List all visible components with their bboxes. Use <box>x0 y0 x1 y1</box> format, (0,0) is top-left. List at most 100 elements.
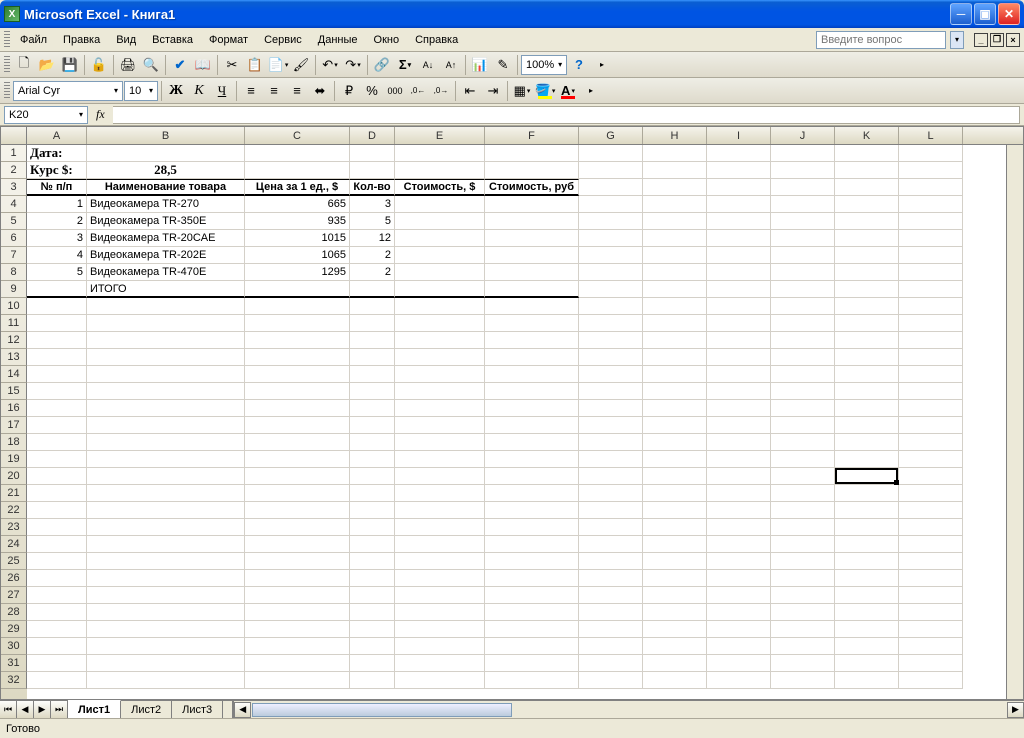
sheet-tab-3[interactable]: Лист3 <box>172 701 223 718</box>
cell-L24[interactable] <box>899 536 963 553</box>
cell-J22[interactable] <box>771 502 835 519</box>
cell-D30[interactable] <box>350 638 395 655</box>
cell-F16[interactable] <box>485 400 579 417</box>
cell-L27[interactable] <box>899 587 963 604</box>
cell-L6[interactable] <box>899 230 963 247</box>
drawing-button[interactable]: ✎ <box>492 54 514 76</box>
cell-F4[interactable] <box>485 196 579 213</box>
cell-F7[interactable] <box>485 247 579 264</box>
cell-C25[interactable] <box>245 553 350 570</box>
cell-C24[interactable] <box>245 536 350 553</box>
cell-D23[interactable] <box>350 519 395 536</box>
cell-D27[interactable] <box>350 587 395 604</box>
cell-L25[interactable] <box>899 553 963 570</box>
maximize-button[interactable]: ▣ <box>974 3 996 25</box>
cell-K25[interactable] <box>835 553 899 570</box>
cell-E3[interactable]: Стоимость, $ <box>395 179 485 196</box>
cell-B21[interactable] <box>87 485 245 502</box>
cell-C23[interactable] <box>245 519 350 536</box>
cell-D29[interactable] <box>350 621 395 638</box>
menu-tools[interactable]: Сервис <box>256 31 310 49</box>
row-header-8[interactable]: 8 <box>1 264 27 281</box>
cell-D3[interactable]: Кол-во <box>350 179 395 196</box>
cell-G24[interactable] <box>579 536 643 553</box>
cell-G14[interactable] <box>579 366 643 383</box>
cell-C6[interactable]: 1015 <box>245 230 350 247</box>
cell-H7[interactable] <box>643 247 707 264</box>
currency-button[interactable]: ₽ <box>338 80 360 102</box>
cell-C22[interactable] <box>245 502 350 519</box>
cell-L19[interactable] <box>899 451 963 468</box>
ask-question-input[interactable] <box>816 31 946 49</box>
cell-J28[interactable] <box>771 604 835 621</box>
row-header-19[interactable]: 19 <box>1 451 27 468</box>
cell-I15[interactable] <box>707 383 771 400</box>
undo-button[interactable]: ↶ <box>319 54 341 76</box>
cell-E32[interactable] <box>395 672 485 689</box>
menu-view[interactable]: Вид <box>108 31 144 49</box>
cell-C20[interactable] <box>245 468 350 485</box>
cell-F5[interactable] <box>485 213 579 230</box>
cell-B1[interactable] <box>87 145 245 162</box>
cell-I4[interactable] <box>707 196 771 213</box>
cell-K22[interactable] <box>835 502 899 519</box>
cell-B31[interactable] <box>87 655 245 672</box>
cell-C19[interactable] <box>245 451 350 468</box>
cell-A15[interactable] <box>27 383 87 400</box>
cell-B6[interactable]: Видеокамера TR-20CAE <box>87 230 245 247</box>
align-right-button[interactable]: ≡ <box>286 80 308 102</box>
cell-E5[interactable] <box>395 213 485 230</box>
row-header-28[interactable]: 28 <box>1 604 27 621</box>
cell-L7[interactable] <box>899 247 963 264</box>
cell-J15[interactable] <box>771 383 835 400</box>
cell-E4[interactable] <box>395 196 485 213</box>
cell-G30[interactable] <box>579 638 643 655</box>
cell-B23[interactable] <box>87 519 245 536</box>
cell-D21[interactable] <box>350 485 395 502</box>
cell-J18[interactable] <box>771 434 835 451</box>
cell-G11[interactable] <box>579 315 643 332</box>
select-all-button[interactable] <box>1 127 27 144</box>
cell-K12[interactable] <box>835 332 899 349</box>
cell-I2[interactable] <box>707 162 771 179</box>
cell-D5[interactable]: 5 <box>350 213 395 230</box>
cell-F13[interactable] <box>485 349 579 366</box>
cell-F12[interactable] <box>485 332 579 349</box>
autosum-button[interactable]: Σ <box>394 54 416 76</box>
cell-K16[interactable] <box>835 400 899 417</box>
cell-K3[interactable] <box>835 179 899 196</box>
cell-J26[interactable] <box>771 570 835 587</box>
cell-E30[interactable] <box>395 638 485 655</box>
cell-K5[interactable] <box>835 213 899 230</box>
cell-I25[interactable] <box>707 553 771 570</box>
cell-K24[interactable] <box>835 536 899 553</box>
cell-C14[interactable] <box>245 366 350 383</box>
increase-decimal-button[interactable]: ,0← <box>407 80 429 102</box>
cell-C21[interactable] <box>245 485 350 502</box>
cell-J25[interactable] <box>771 553 835 570</box>
cell-A4[interactable]: 1 <box>27 196 87 213</box>
cell-E11[interactable] <box>395 315 485 332</box>
decrease-decimal-button[interactable]: ,0→ <box>430 80 452 102</box>
cell-J20[interactable] <box>771 468 835 485</box>
cell-K11[interactable] <box>835 315 899 332</box>
sort-desc-button[interactable]: A↑ <box>440 54 462 76</box>
cell-C3[interactable]: Цена за 1 ед., $ <box>245 179 350 196</box>
cell-G25[interactable] <box>579 553 643 570</box>
cell-K30[interactable] <box>835 638 899 655</box>
cell-G9[interactable] <box>579 281 643 298</box>
cell-G21[interactable] <box>579 485 643 502</box>
cell-E22[interactable] <box>395 502 485 519</box>
cell-D20[interactable] <box>350 468 395 485</box>
cell-I12[interactable] <box>707 332 771 349</box>
cell-F27[interactable] <box>485 587 579 604</box>
cell-J13[interactable] <box>771 349 835 366</box>
cell-J11[interactable] <box>771 315 835 332</box>
cell-J16[interactable] <box>771 400 835 417</box>
merge-center-button[interactable]: ⬌ <box>309 80 331 102</box>
cell-D32[interactable] <box>350 672 395 689</box>
cell-F30[interactable] <box>485 638 579 655</box>
cell-B20[interactable] <box>87 468 245 485</box>
cell-H27[interactable] <box>643 587 707 604</box>
cell-C28[interactable] <box>245 604 350 621</box>
